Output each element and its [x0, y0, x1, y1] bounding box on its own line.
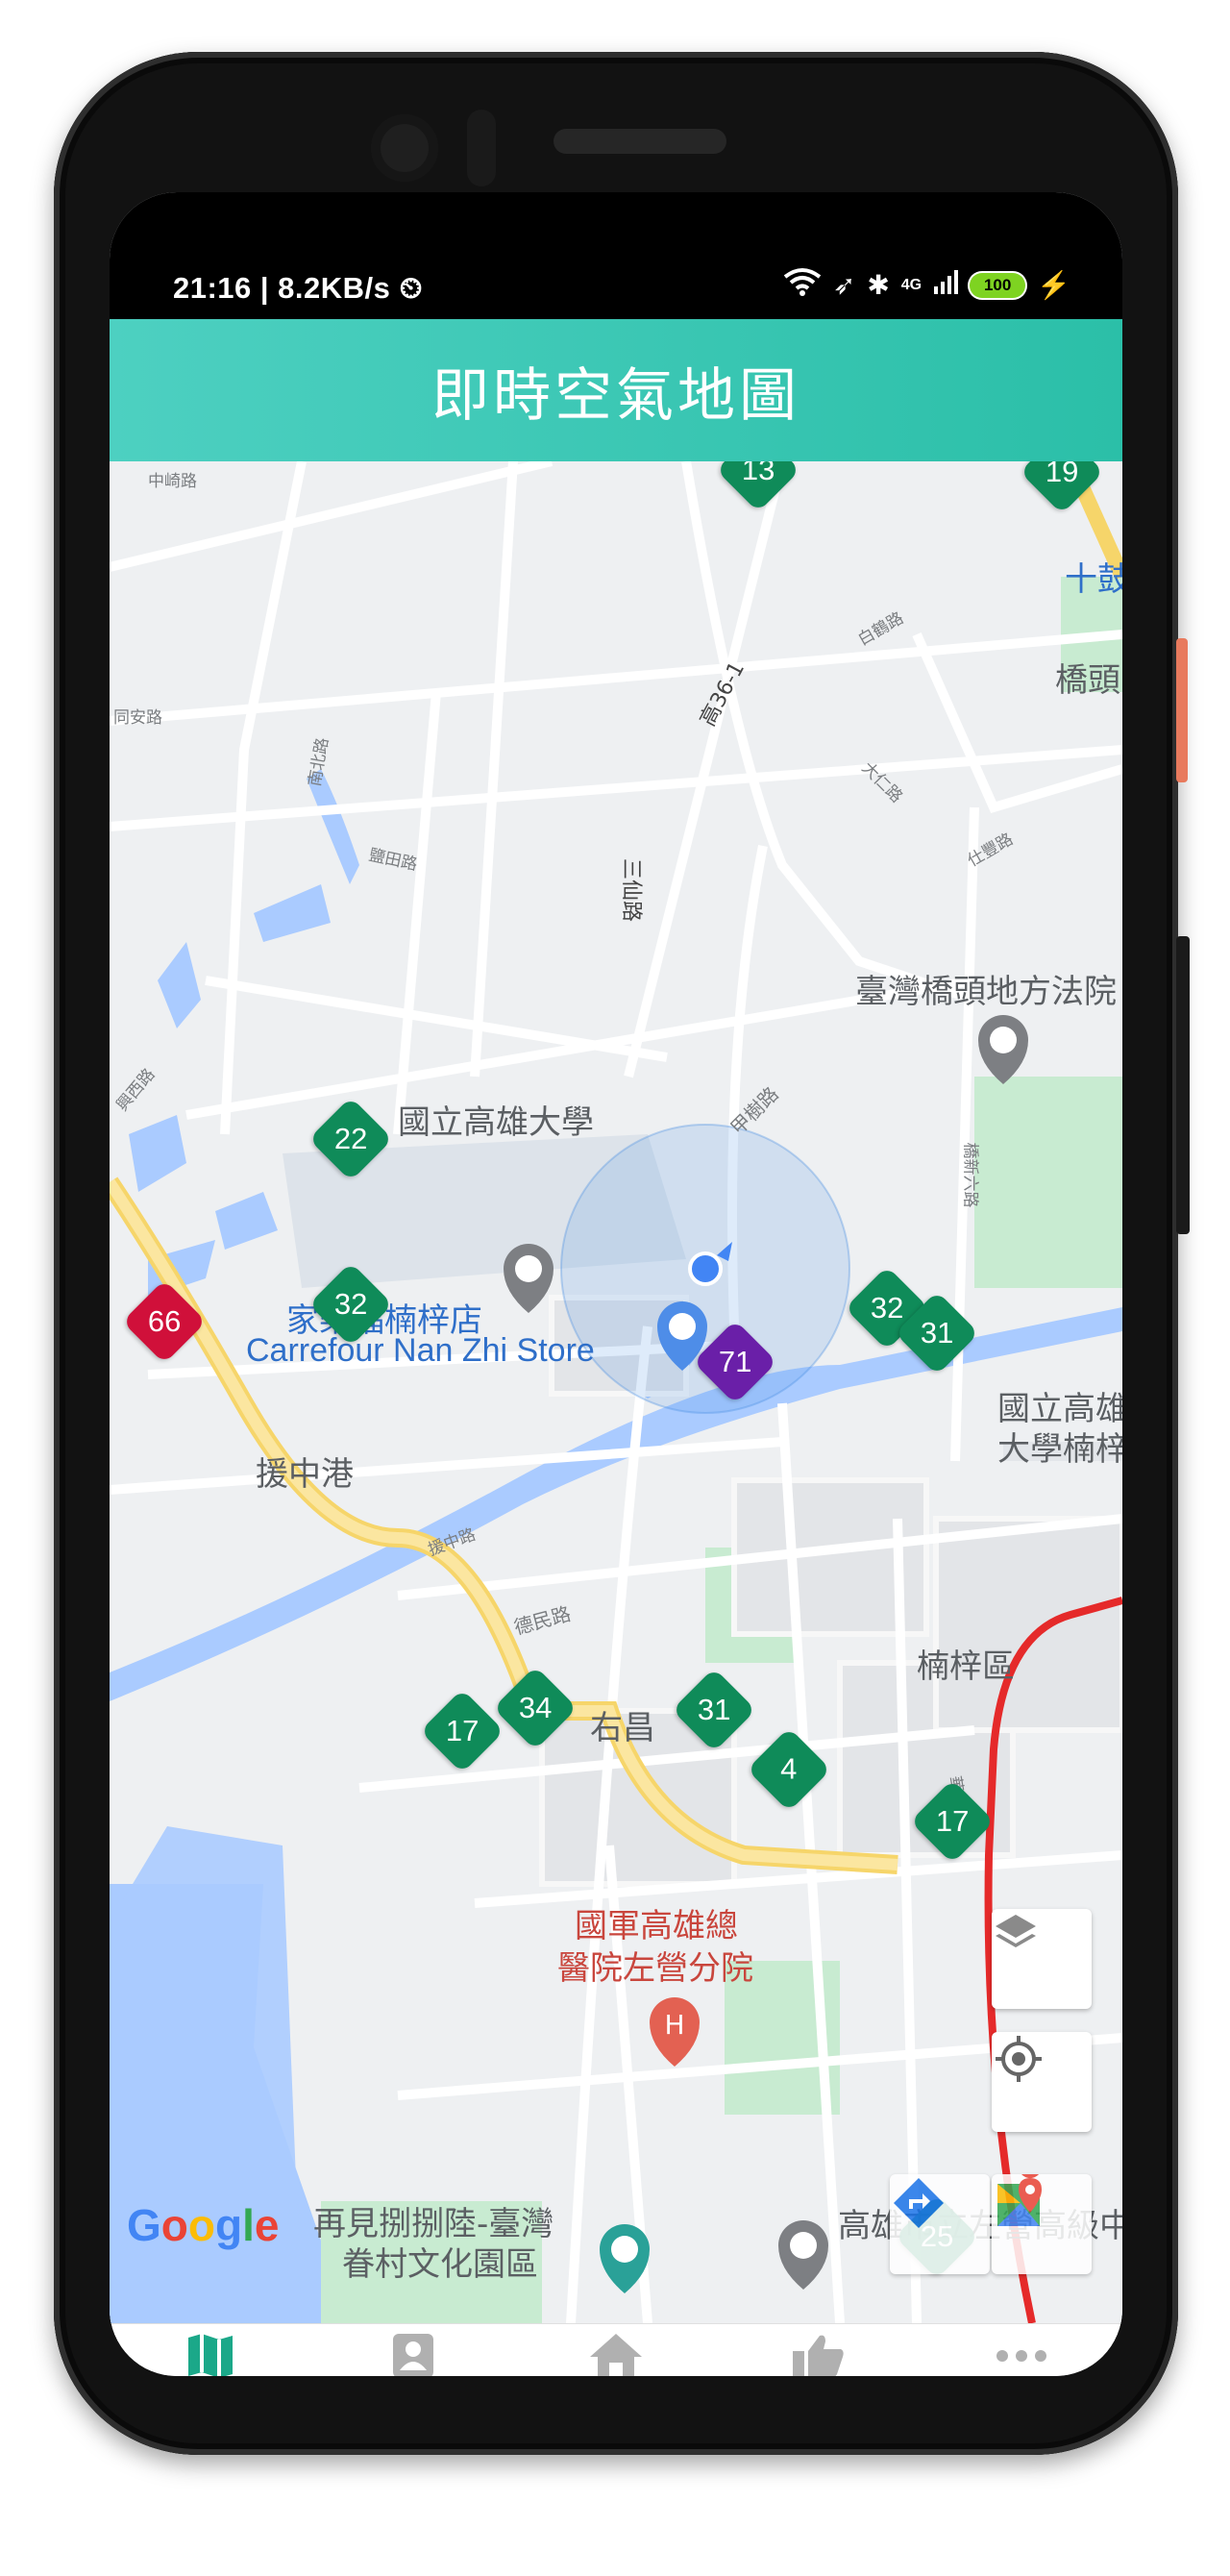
road-label: 橋新六路	[960, 1142, 980, 1208]
air-quality-map[interactable]: H 國立高雄大學 家樂福楠梓店 Carrefour Nan Zhi Store …	[110, 461, 1122, 2323]
contact-icon	[393, 2334, 434, 2376]
aqi-value: 31	[920, 1315, 954, 1350]
label-campus-2: 大學楠梓	[997, 1430, 1122, 1469]
label-shihzih: 十鼓	[1065, 560, 1122, 599]
label-harbor: 援中港	[256, 1455, 354, 1494]
label-youchang: 右昌	[590, 1709, 655, 1747]
road-label: 同安路	[113, 708, 162, 728]
home-icon	[589, 2334, 642, 2376]
phone-frame: 21:16 | 8.2KB/s ⏲ ➶ ✱ 4G 100 ⚡ 即時空氣地圖 H …	[54, 52, 1190, 2455]
label-court: 臺灣橋頭地方法院	[855, 973, 1117, 1011]
network-label: 4G	[900, 276, 922, 293]
wifi-icon	[783, 267, 822, 303]
nav-item-more[interactable]: 更多	[920, 2324, 1122, 2376]
volume-button	[1176, 936, 1190, 1234]
alarm-icon: ⏲	[399, 271, 424, 305]
nav-item-friends[interactable]: 好友	[312, 2324, 515, 2376]
front-camera	[371, 114, 438, 182]
aqi-value: 66	[147, 1303, 182, 1338]
power-button-accent	[1176, 638, 1188, 782]
charging-icon: ⚡	[1037, 270, 1070, 300]
google-maps-icon	[997, 2174, 1042, 2226]
battery-icon: 100	[970, 272, 1026, 298]
more-icon	[996, 2350, 1046, 2362]
road-label: 中崎路	[148, 472, 197, 491]
aqi-value: 17	[935, 1803, 970, 1838]
aqi-value: 13	[741, 461, 775, 486]
aqi-value: 34	[518, 1690, 553, 1724]
google-logo: Google	[127, 2200, 280, 2250]
status-bar: 21:16 | 8.2KB/s ⏲ ➶ ✱ 4G 100 ⚡	[110, 192, 1122, 319]
label-university: 國立高雄大學	[398, 1103, 594, 1142]
map-canvas: H	[110, 461, 1122, 2323]
aqi-value: 71	[718, 1344, 752, 1378]
road-label: 三仙路	[619, 857, 644, 923]
svg-text:H: H	[664, 2009, 684, 2041]
app-header: 即時空氣地圖	[110, 319, 1122, 461]
aqi-value: 31	[697, 1692, 731, 1726]
my-location-button[interactable]	[992, 2032, 1092, 2132]
status-time: 21:16 | 8.2KB/s ⏲	[173, 271, 423, 307]
page-title: 即時空氣地圖	[431, 361, 800, 430]
screen: 21:16 | 8.2KB/s ⏲ ➶ ✱ 4G 100 ⚡ 即時空氣地圖 H …	[110, 192, 1122, 2376]
location-arrow-icon: ➶	[832, 270, 856, 300]
label-hospital-2: 醫院左營分院	[557, 1949, 753, 1988]
label-store-en: Carrefour Nan Zhi Store	[246, 1332, 595, 1369]
layers-button[interactable]	[992, 1909, 1092, 2009]
open-google-maps-button[interactable]	[992, 2174, 1092, 2274]
signal-icon	[933, 269, 959, 301]
directions-icon	[894, 2178, 944, 2228]
crosshair-icon	[996, 2036, 1042, 2082]
layers-icon	[996, 1915, 1036, 1947]
label-hospital-1: 國軍高雄總	[575, 1907, 738, 1945]
thumbs-up-icon	[792, 2335, 844, 2376]
label-culture-park-2: 眷村文化園區	[342, 2245, 538, 2284]
aqi-value: 4	[780, 1752, 798, 1786]
directions-button[interactable]	[890, 2174, 990, 2274]
aqi-value: 17	[445, 1713, 480, 1747]
bottom-navigation: 地圖 好友 裝置 推薦 更多	[110, 2323, 1122, 2376]
proximity-sensor	[467, 110, 496, 186]
time-and-speed: 21:16 | 8.2KB/s	[173, 271, 391, 305]
nav-item-devices[interactable]: 裝置	[515, 2324, 718, 2376]
bluetooth-icon: ✱	[867, 270, 890, 300]
status-icons: ➶ ✱ 4G 100 ⚡	[783, 267, 1070, 303]
nav-item-recommend[interactable]: 推薦	[717, 2324, 920, 2376]
aqi-value: 19	[1045, 461, 1079, 488]
label-nanzih-district: 楠梓區	[917, 1647, 1015, 1686]
aqi-value: 32	[333, 1286, 368, 1321]
aqi-value: 22	[333, 1121, 368, 1155]
earpiece	[554, 129, 726, 154]
label-qiaotou: 橋頭	[1055, 661, 1120, 700]
aqi-value: 32	[870, 1290, 904, 1325]
nav-item-map[interactable]: 地圖	[110, 2324, 312, 2376]
map-icon	[188, 2334, 234, 2376]
